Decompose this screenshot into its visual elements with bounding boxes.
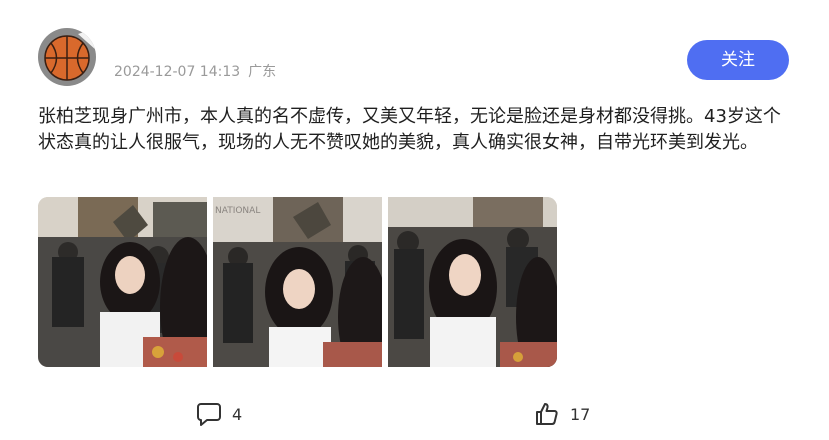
post-timestamp: 2024-12-07 14:13 [114,64,241,80]
comment-icon [197,403,221,426]
like-button[interactable]: 17 [534,400,590,428]
post-photo-3[interactable] [388,197,557,367]
basketball-icon [38,28,96,86]
post-location: 广东 [248,64,277,80]
post-text: 张柏芝现身广州市，本人真的名不虚传，又美又年轻，无论是脸还是身材都没得挑。43岁… [38,106,781,153]
like-count: 17 [570,404,591,424]
follow-button[interactable]: 关注 [687,40,789,80]
comment-button[interactable]: 4 [196,400,242,428]
photo-background-text: NATIONAL [215,206,260,216]
post-meta: 2024-12-07 14:13 广东 [114,61,276,81]
post-photo-2[interactable]: NATIONAL [213,197,382,367]
thumbs-up-icon [536,403,558,425]
post-photo-1[interactable] [38,197,207,367]
comment-count: 4 [232,404,243,424]
avatar[interactable] [38,28,96,86]
